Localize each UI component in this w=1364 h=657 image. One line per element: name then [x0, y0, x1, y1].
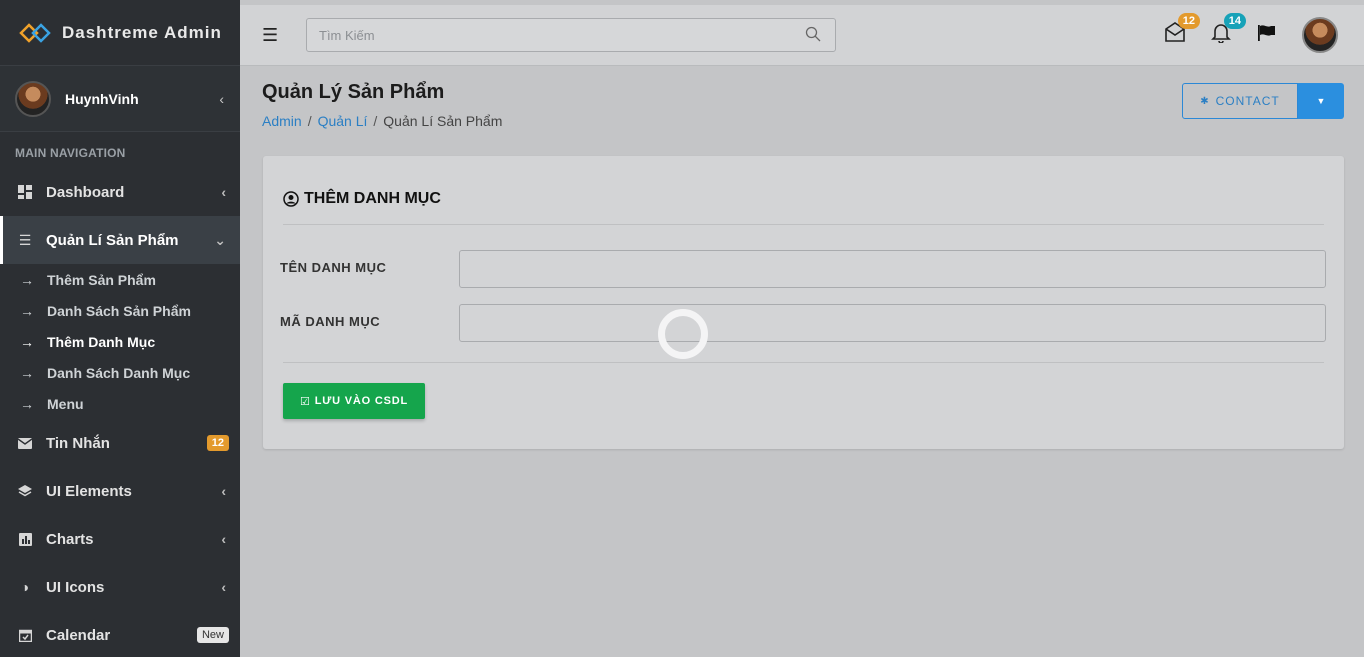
arrow-right-icon: → [20, 302, 34, 319]
category-code-label: MÃ DANH MỤC [280, 314, 381, 329]
notifications-badge: 14 [1223, 13, 1246, 29]
category-code-input[interactable] [460, 305, 1325, 341]
menu-toggle-icon[interactable]: ☰ [262, 25, 278, 46]
sidebar-item-products[interactable]: ☰ Quản Lí Sản Phẩm ⌄ [0, 216, 240, 264]
divider [283, 362, 1324, 363]
topbar: ☰ 12 14 [240, 5, 1364, 66]
search-box [306, 18, 836, 52]
category-name-input[interactable] [460, 251, 1325, 287]
save-button[interactable]: ☑ LƯU VÀO CSDL [283, 383, 425, 419]
sidebar-item-label: Tin Nhắn [46, 434, 110, 452]
breadcrumb-separator: / [307, 113, 312, 129]
chevron-left-icon: ‹ [221, 184, 226, 200]
user-avatar[interactable] [1302, 17, 1338, 53]
check-square-icon: ☑ [300, 395, 311, 408]
sidebar-item-label: Charts [46, 530, 94, 548]
card-title-text: THÊM DANH MỤC [304, 190, 441, 207]
loading-spinner [658, 309, 708, 359]
chart-icon [17, 531, 33, 547]
mail-button[interactable]: 12 [1164, 13, 1200, 45]
sidebar-item-charts[interactable]: Charts ‹ [0, 515, 240, 563]
sidebar-item-ui-elements[interactable]: UI Elements ‹ [0, 467, 240, 515]
sidebar-subitem-product-list[interactable]: → Danh Sách Sản Phẩm [0, 295, 240, 326]
sidebar-item-label: Calendar [46, 626, 111, 644]
breadcrumb-separator: / [373, 113, 378, 129]
page-title: Quản Lý Sản Phẩm [262, 81, 445, 103]
sidebar-item-label: Dashboard [46, 183, 125, 201]
arrow-right-icon: → [20, 333, 34, 350]
arrow-right-icon: → [20, 271, 34, 288]
category-code-field-wrap [459, 304, 1326, 342]
contrast-icon: ◑ [20, 579, 30, 595]
sidebar-item-label: Thêm Danh Mục [47, 333, 156, 350]
breadcrumb: Admin / Quản Lí / Quản Lí Sản Phẩm [262, 113, 502, 129]
contact-button-group: ✱ CONTACT ▼ [1182, 83, 1344, 119]
user-circle-icon [283, 191, 299, 207]
contact-button[interactable]: ✱ CONTACT [1182, 83, 1298, 119]
sidebar-user[interactable]: HuynhVinh ‹ [0, 66, 240, 132]
calendar-badge: New [196, 627, 229, 643]
search-input[interactable] [307, 19, 835, 51]
notifications-button[interactable]: 14 [1210, 13, 1246, 45]
sidebar-item-label: Danh Sách Danh Mục [47, 364, 191, 381]
sidebar-item-label: Menu [47, 395, 84, 412]
dashboard-icon [17, 184, 33, 200]
sidebar-item-calendar[interactable]: Calendar New [0, 611, 240, 657]
sidebar-item-dashboard[interactable]: Dashboard ‹ [0, 168, 240, 216]
sidebar: Dashtreme Admin HuynhVinh ‹ MAIN NAVIGAT… [0, 0, 240, 657]
sidebar-item-messages[interactable]: Tin Nhắn 12 [0, 419, 240, 467]
calendar-icon [17, 627, 33, 643]
language-button[interactable] [1257, 24, 1281, 48]
contact-label: CONTACT [1215, 94, 1280, 108]
sidebar-item-label: UI Icons [46, 578, 105, 596]
nav-header: MAIN NAVIGATION [15, 146, 126, 160]
caret-down-icon: ▼ [1316, 96, 1326, 106]
arrow-right-icon: → [20, 395, 34, 412]
avatar [15, 80, 51, 117]
search-icon[interactable] [805, 26, 821, 42]
chevron-left-icon: ‹ [221, 579, 226, 595]
sidebar-subitem-category-list[interactable]: → Danh Sách Danh Mục [0, 357, 240, 388]
list-icon: ☰ [18, 231, 32, 248]
logo-icon [19, 22, 51, 43]
category-name-label: TÊN DANH MỤC [280, 260, 387, 275]
breadcrumb-current: Quản Lí Sản Phẩm [383, 113, 503, 129]
sidebar-item-label: Quản Lí Sản Phẩm [46, 231, 179, 249]
breadcrumb-link-manage[interactable]: Quản Lí [318, 113, 368, 129]
messages-badge: 12 [206, 435, 229, 451]
chevron-down-icon: ⌄ [214, 231, 226, 248]
card-title: THÊM DANH MỤC [283, 190, 441, 208]
contact-dropdown-toggle[interactable]: ▼ [1298, 83, 1344, 119]
save-label: LƯU VÀO CSDL [314, 395, 408, 407]
divider [283, 224, 1324, 225]
add-category-card: THÊM DANH MỤC TÊN DANH MỤC MÃ DANH MỤC ☑… [263, 156, 1344, 449]
layers-icon [17, 483, 33, 499]
breadcrumb-link-admin[interactable]: Admin [262, 113, 302, 129]
sidebar-subitem-menu[interactable]: → Menu [0, 388, 240, 419]
chevron-left-icon: ‹ [221, 483, 226, 499]
sidebar-item-label: UI Elements [46, 482, 132, 500]
sidebar-subitem-add-category[interactable]: → Thêm Danh Mục [0, 326, 240, 357]
sidebar-item-ui-icons[interactable]: ◑ UI Icons ‹ [0, 563, 240, 611]
flag-icon [1258, 25, 1275, 41]
category-name-field-wrap [459, 250, 1326, 288]
user-name: HuynhVinh [65, 90, 139, 107]
arrow-right-icon: → [20, 364, 34, 381]
brand-title: Dashtreme Admin [62, 22, 222, 42]
mail-badge: 12 [1177, 13, 1200, 29]
brand[interactable]: Dashtreme Admin [0, 0, 240, 66]
sidebar-item-label: Danh Sách Sản Phẩm [47, 302, 191, 319]
chevron-left-icon: ‹ [219, 90, 224, 107]
envelope-icon [17, 435, 33, 451]
chevron-left-icon: ‹ [221, 531, 226, 547]
sidebar-item-label: Thêm Sản Phẩm [47, 271, 156, 288]
gear-icon: ✱ [1200, 95, 1210, 107]
sidebar-subitem-add-product[interactable]: → Thêm Sản Phẩm [0, 264, 240, 295]
